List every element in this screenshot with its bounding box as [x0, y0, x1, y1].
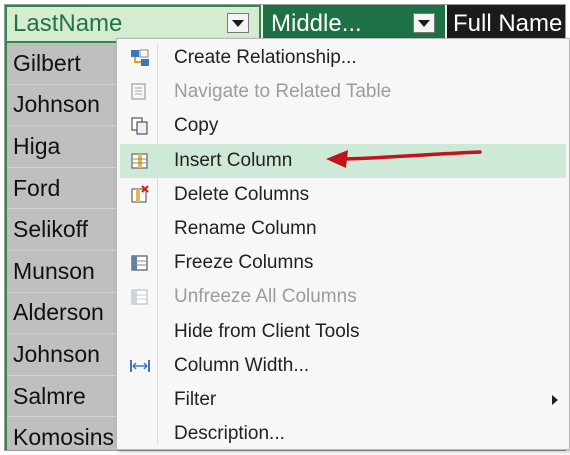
menu-item-freeze-columns[interactable]: Freeze Columns	[120, 246, 566, 280]
menu-item-rename-column[interactable]: Rename Column	[120, 212, 566, 246]
column-context-menu: Create Relationship... Navigate to Relat…	[116, 38, 570, 450]
delete-columns-icon	[120, 178, 160, 212]
menu-item-copy[interactable]: Copy	[120, 109, 566, 143]
menu-item-label: Filter	[174, 388, 217, 410]
column-width-icon	[120, 349, 160, 383]
menu-item-label: Column Width...	[174, 354, 310, 376]
menu-item-filter[interactable]: Filter	[120, 383, 566, 417]
menu-item-label: Rename Column	[174, 218, 317, 240]
menu-item-label: Navigate to Related Table	[174, 81, 392, 103]
middlename-filter-dropdown-icon[interactable]	[413, 13, 435, 33]
copy-icon	[120, 109, 160, 143]
column-header-label: LastName	[13, 10, 123, 37]
menu-item-label: Freeze Columns	[174, 252, 314, 274]
column-header-label: Middle...	[271, 10, 362, 37]
submenu-arrow-icon	[552, 394, 558, 405]
menu-item-hide-from-client-tools[interactable]: Hide from Client Tools	[120, 315, 566, 349]
menu-item-label: Description...	[174, 423, 285, 445]
menu-item-navigate-related-table[interactable]: Navigate to Related Table	[120, 75, 566, 109]
navigate-table-icon	[120, 75, 160, 109]
column-header-label: Full Name	[453, 10, 563, 37]
menu-item-description[interactable]: Description...	[120, 417, 566, 451]
menu-item-unfreeze-all-columns[interactable]: Unfreeze All Columns	[120, 280, 566, 314]
menu-item-label: Insert Column	[174, 149, 293, 171]
freeze-columns-icon	[120, 246, 160, 280]
insert-column-icon	[120, 144, 160, 178]
create-relationship-icon	[120, 41, 160, 75]
menu-item-label: Copy	[174, 115, 219, 137]
menu-item-delete-columns[interactable]: Delete Columns	[120, 178, 566, 212]
annotation-arrow-icon	[326, 150, 482, 168]
menu-item-label: Create Relationship...	[174, 47, 357, 69]
menu-item-label: Unfreeze All Columns	[174, 286, 357, 308]
menu-item-label: Hide from Client Tools	[174, 320, 360, 342]
lastname-filter-dropdown-icon[interactable]	[227, 13, 249, 33]
menu-item-column-width[interactable]: Column Width...	[120, 349, 566, 383]
unfreeze-columns-icon	[120, 280, 160, 314]
menu-item-create-relationship[interactable]: Create Relationship...	[120, 41, 566, 75]
menu-item-label: Delete Columns	[174, 183, 310, 205]
